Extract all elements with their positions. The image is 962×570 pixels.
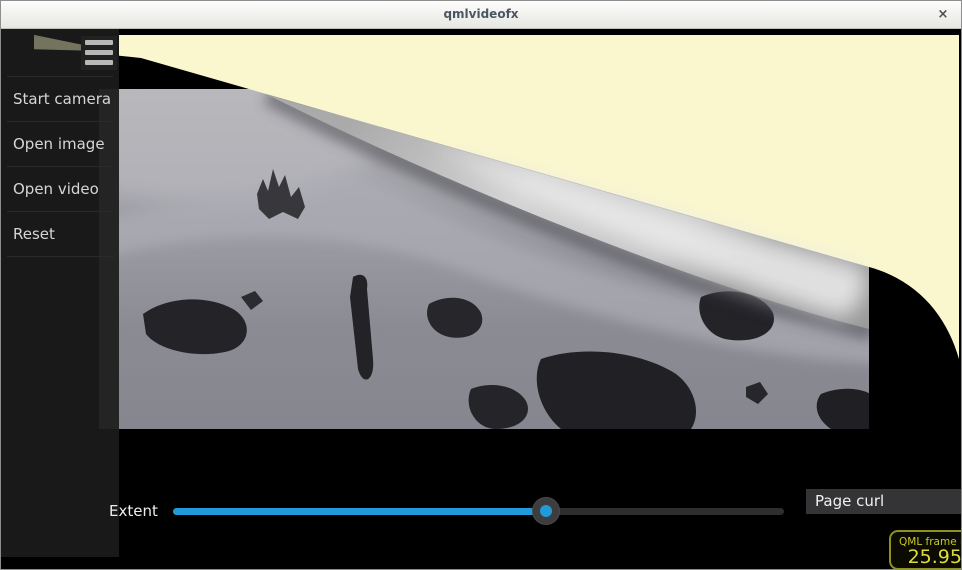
sidebar-item-open-video[interactable]: Open video	[1, 167, 119, 211]
fps-badge: QML frame r... 25.95	[889, 530, 962, 570]
title-bar: qmlvideofx ×	[1, 1, 961, 29]
close-icon[interactable]: ×	[933, 5, 953, 25]
extent-slider-label: Extent	[109, 502, 158, 520]
effect-selector-button[interactable]: Page curl	[806, 489, 962, 514]
menu-divider	[7, 256, 113, 257]
sidebar-item-start-camera[interactable]: Start camera	[1, 77, 119, 121]
main-area: Start camera Open image Open video Reset…	[1, 29, 961, 569]
hamburger-icon[interactable]	[81, 36, 117, 70]
slider-handle-dot	[540, 505, 552, 517]
sidebar-item-open-image[interactable]: Open image	[1, 122, 119, 166]
extent-slider-fill	[173, 508, 546, 515]
sidebar-menu: Start camera Open image Open video Reset	[1, 76, 119, 257]
extent-slider-track[interactable]	[173, 508, 784, 515]
background-showthrough-wedge	[34, 34, 81, 52]
app-window: qmlvideofx ×	[0, 0, 962, 570]
extent-slider-handle[interactable]	[532, 497, 560, 525]
window-title: qmlvideofx	[1, 7, 961, 21]
sidebar: Start camera Open image Open video Reset	[1, 29, 119, 557]
fps-badge-value: 25.95	[891, 546, 962, 568]
sidebar-item-reset[interactable]: Reset	[1, 212, 119, 256]
